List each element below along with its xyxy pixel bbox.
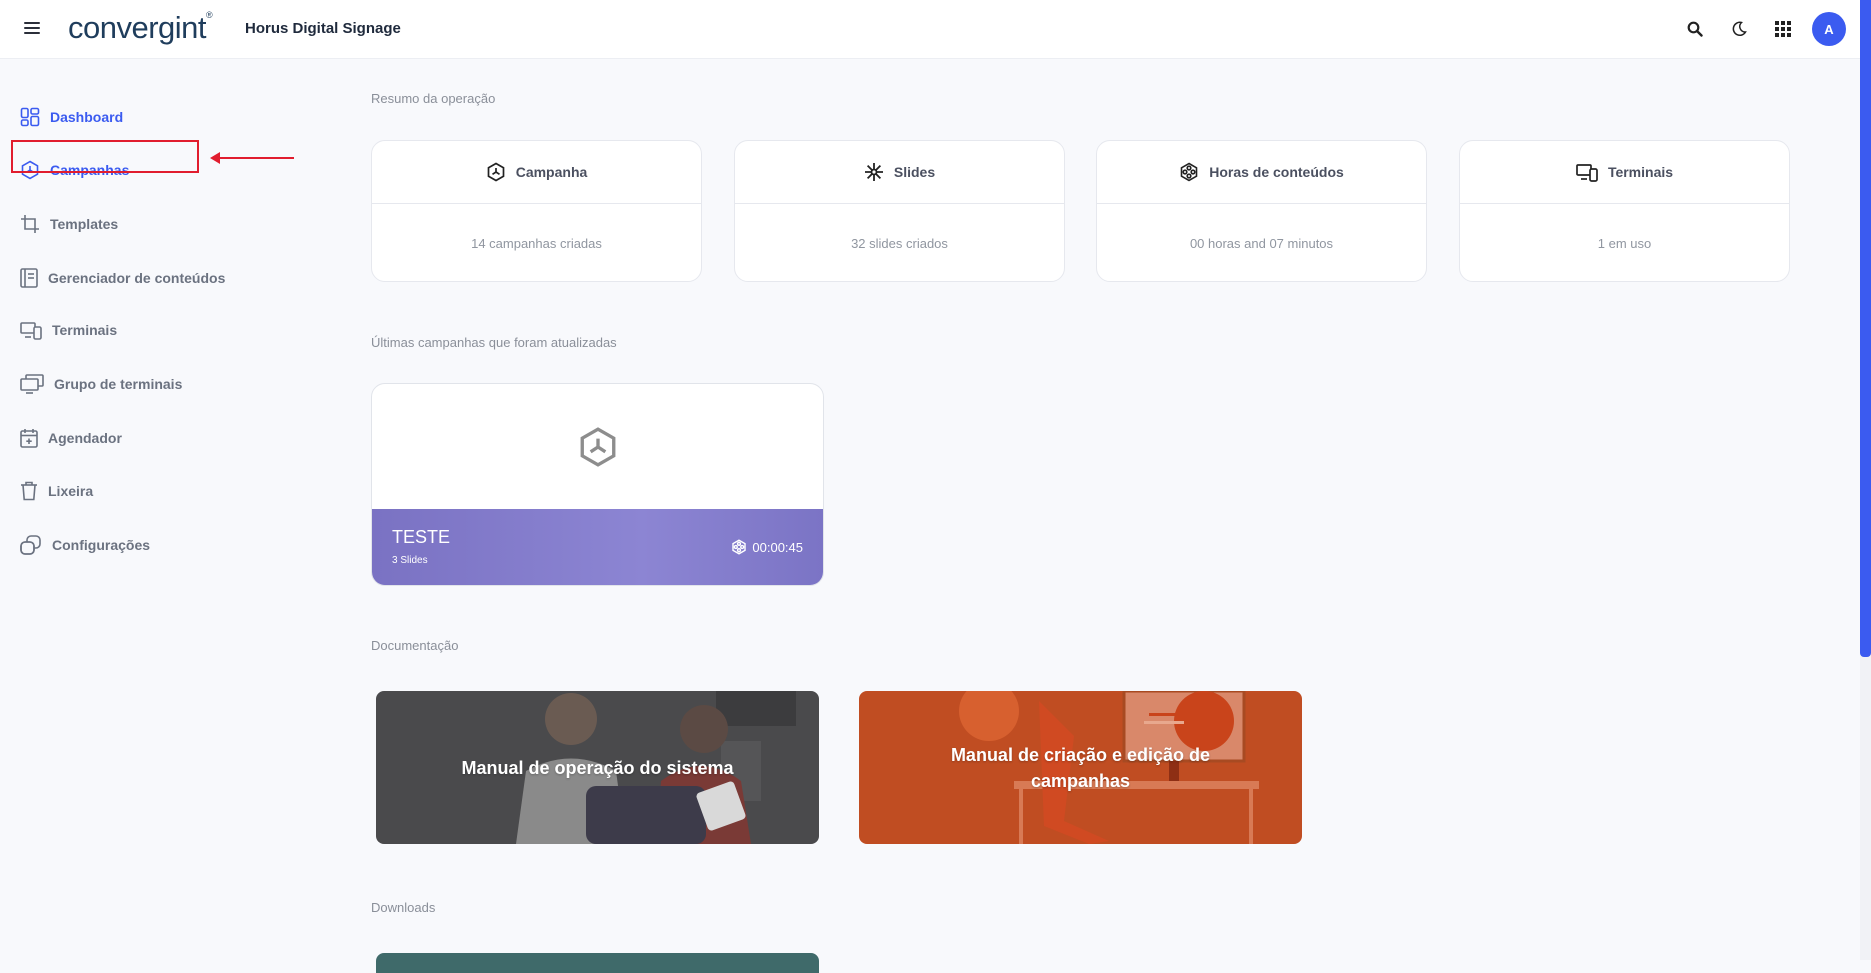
doc-card-label: Manual de operação do sistema	[461, 757, 734, 778]
stat-card-value: 32 slides criados	[851, 235, 948, 251]
logo[interactable]: convergint®	[68, 10, 213, 46]
annotation-highlight-box	[11, 140, 199, 173]
stat-card-value: 1 em uso	[1597, 235, 1652, 251]
top-bar: convergint® Horus Digital Signage A	[0, 0, 1860, 59]
campaign-duration: 00:00:45	[731, 539, 803, 555]
film-reel-icon	[1180, 162, 1198, 182]
stat-card-title: Terminais	[1607, 164, 1674, 180]
sidebar-item-label: Templates	[50, 216, 119, 232]
sidebar-item-label: Lixeira	[48, 483, 94, 499]
sidebar-item-configuracoes[interactable]: Configurações	[20, 530, 150, 560]
monitors-icon	[20, 374, 44, 394]
app-title: Horus Digital Signage	[245, 20, 401, 37]
avatar[interactable]: A	[1812, 12, 1846, 46]
stat-card-title: Slides	[893, 164, 936, 180]
film-reel-icon	[732, 539, 747, 555]
campaign-name: TESTE	[392, 527, 451, 547]
stat-card-header: Terminais	[1460, 141, 1789, 204]
scrollbar[interactable]	[1860, 0, 1871, 960]
downloads-section-title: Downloads	[371, 900, 436, 915]
settings-icon	[20, 535, 41, 555]
calendar-icon	[20, 429, 38, 448]
stat-card-slides: Slides 32 slides criados	[734, 140, 1065, 282]
sidebar-item-agendador[interactable]: Agendador	[20, 423, 122, 453]
campaign-thumbnail	[372, 384, 823, 510]
campaign-icon	[487, 162, 505, 182]
documentation-section-title: Documentação	[371, 638, 459, 653]
sidebar-item-gerenciador[interactable]: Gerenciador de conteúdos	[20, 263, 225, 293]
crop-icon	[21, 215, 39, 233]
sidebar-item-label: Agendador	[48, 430, 122, 446]
devices-icon	[20, 322, 42, 340]
sidebar-item-label: Grupo de terminais	[54, 376, 183, 392]
campaign-info: TESTE 3 Slides 00:00:45	[372, 509, 823, 585]
doc-card-operation-manual[interactable]: Manual de operação do sistema	[376, 691, 819, 844]
stat-card-title: Campanha	[515, 164, 588, 180]
summary-section-title: Resumo da operação	[371, 91, 496, 106]
recent-section-title: Últimas campanhas que foram atualizadas	[371, 335, 617, 350]
download-card[interactable]	[376, 953, 819, 973]
stat-card-terminais: Terminais 1 em uso	[1459, 140, 1790, 282]
dashboard-icon	[20, 107, 40, 127]
devices-icon	[1576, 164, 1598, 182]
stat-card-value: 14 campanhas criadas	[471, 235, 602, 251]
sidebar-item-terminais[interactable]: Terminais	[20, 315, 117, 345]
stat-card-header: Slides	[735, 141, 1064, 204]
campaign-duration-value: 00:00:45	[752, 539, 803, 555]
stat-card-header: Campanha	[372, 141, 701, 204]
trash-icon	[21, 481, 37, 501]
top-actions: A	[1668, 12, 1846, 46]
sparkle-icon	[864, 163, 883, 181]
sidebar-item-lixeira[interactable]: Lixeira	[20, 476, 93, 506]
campaign-icon	[580, 427, 615, 467]
stat-card-horas: Horas de conteúdos 00 horas and 07 minut…	[1096, 140, 1427, 282]
moon-icon[interactable]	[1722, 12, 1756, 46]
grid-icon[interactable]	[1766, 12, 1800, 46]
sidebar-item-dashboard[interactable]: Dashboard	[20, 102, 123, 132]
search-icon[interactable]	[1678, 12, 1712, 46]
sidebar-item-label: Configurações	[52, 537, 151, 553]
sidebar-item-label: Terminais	[52, 322, 118, 338]
sidebar-item-label: Gerenciador de conteúdos	[48, 270, 226, 286]
sidebar-item-grupo-terminais[interactable]: Grupo de terminais	[20, 369, 182, 399]
scrollbar-thumb[interactable]	[1860, 0, 1871, 657]
stat-card-header: Horas de conteúdos	[1097, 141, 1426, 204]
doc-card-label: Manual de criação e edição de campanhas	[950, 744, 1211, 791]
sidebar-item-label: Dashboard	[50, 109, 124, 125]
stat-card-title: Horas de conteúdos	[1209, 164, 1344, 180]
logo-text: convergint	[68, 10, 207, 45]
campaign-slide-count: 3 Slides	[392, 555, 428, 566]
annotation-arrow	[210, 152, 294, 164]
campaign-card[interactable]: TESTE 3 Slides 00:00:45	[371, 383, 824, 586]
stat-card-campanha: Campanha 14 campanhas criadas	[371, 140, 702, 282]
stat-card-value: 00 horas and 07 minutos	[1189, 235, 1334, 251]
sidebar-item-templates[interactable]: Templates	[20, 209, 118, 239]
hamburger-icon[interactable]	[24, 19, 40, 37]
doc-card-campaign-manual[interactable]: Manual de criação e edição de campanhas	[859, 691, 1302, 844]
content-manager-icon	[20, 268, 38, 288]
